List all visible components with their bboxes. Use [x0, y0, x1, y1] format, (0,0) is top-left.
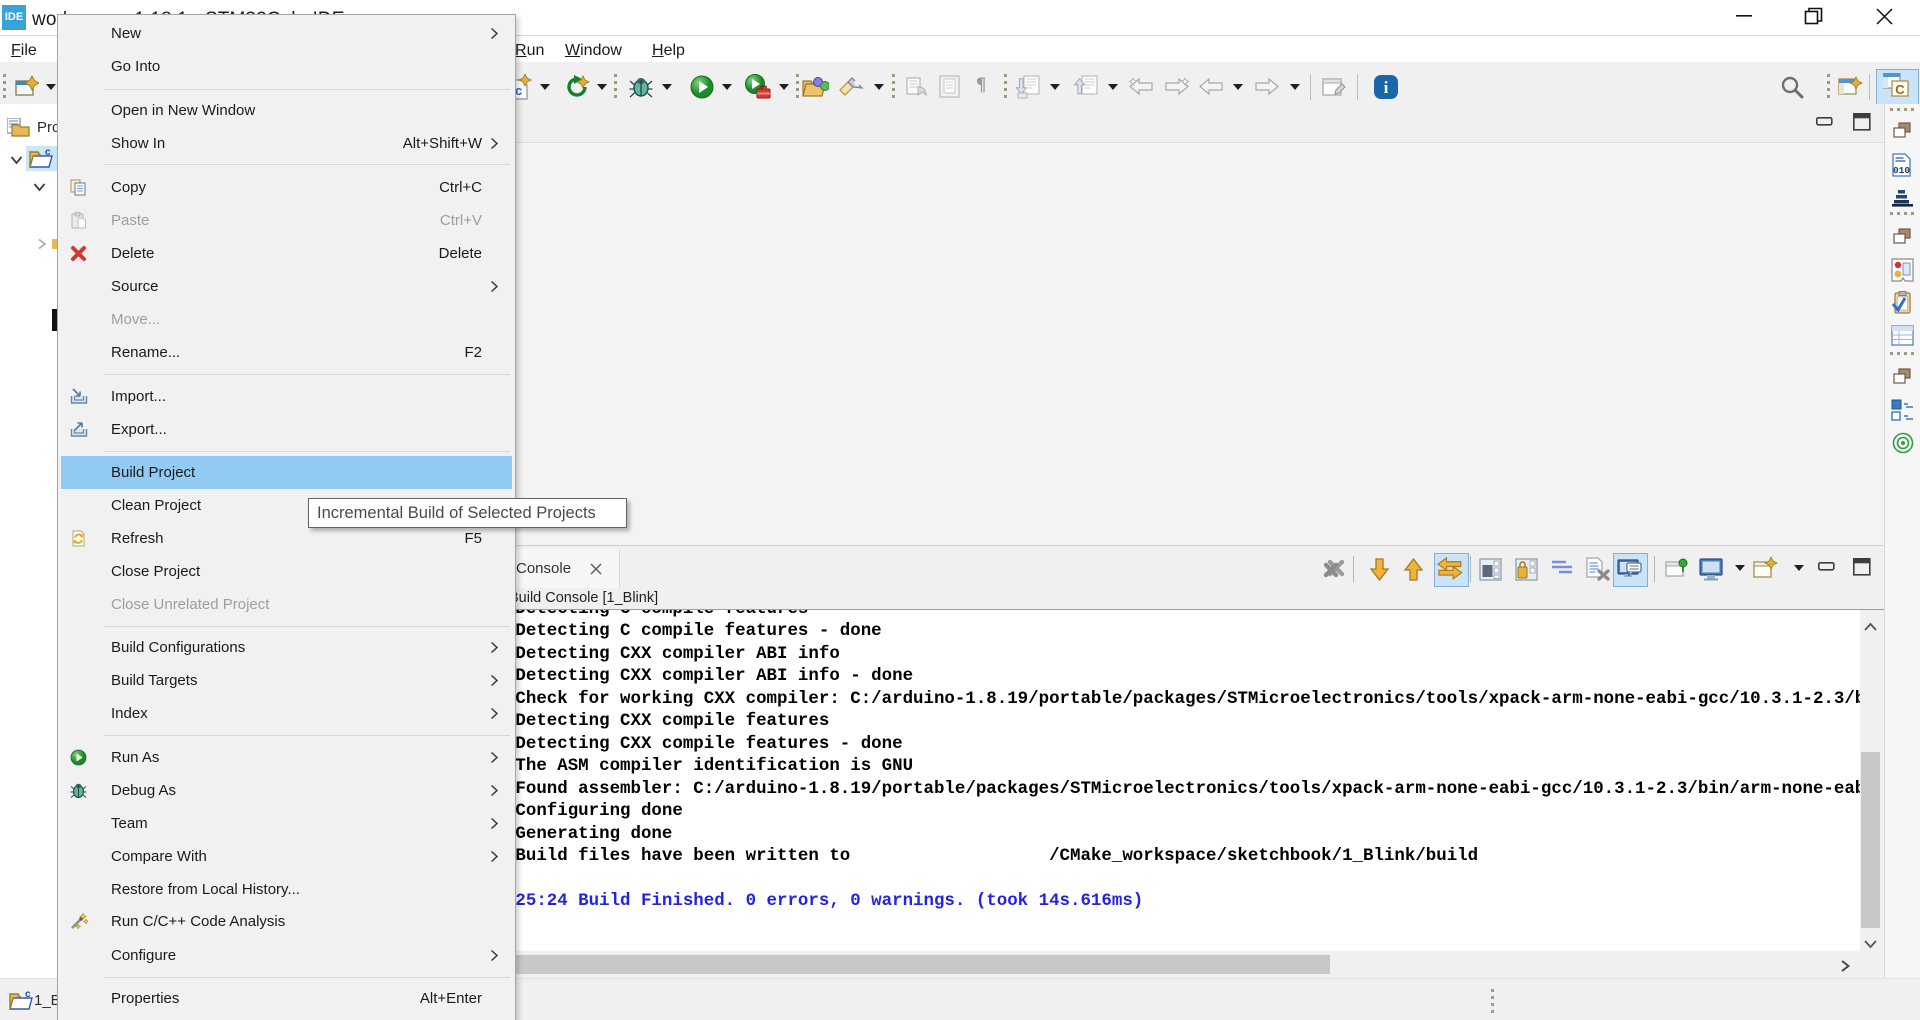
svg-text:c: c: [45, 147, 51, 158]
svg-text:C: C: [1895, 82, 1905, 97]
svg-text:c: c: [25, 989, 31, 1000]
svg-text:010: 010: [1893, 165, 1910, 176]
svg-text:c: c: [515, 83, 522, 98]
svg-text:i: i: [1384, 78, 1389, 97]
